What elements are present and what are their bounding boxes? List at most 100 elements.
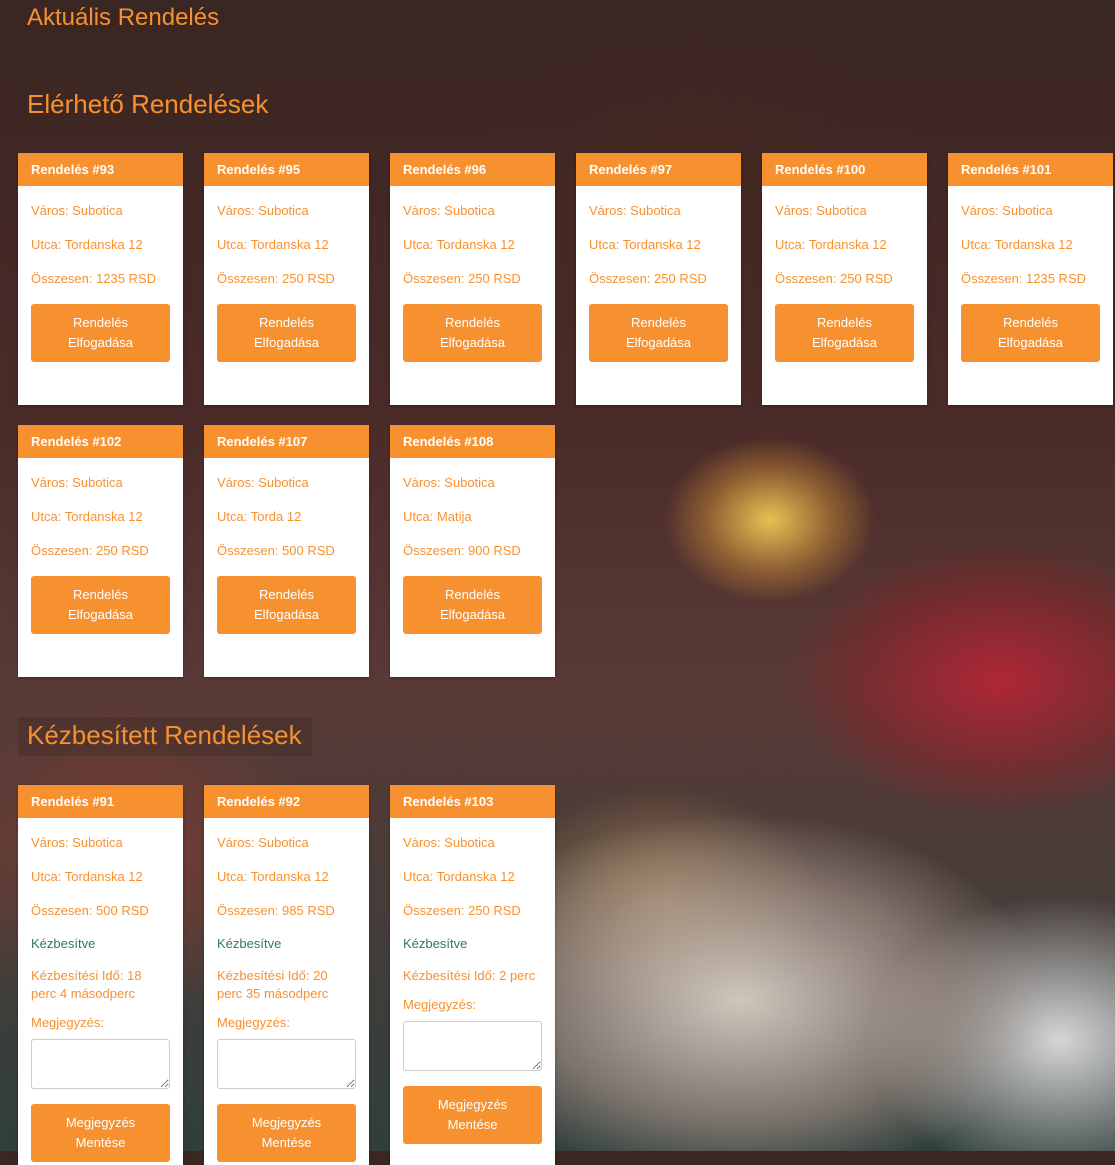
- order-city: Város: Subotica: [403, 203, 495, 218]
- order-city: Város: Subotica: [403, 475, 495, 490]
- order-card-title: Rendelés #97: [576, 153, 741, 186]
- order-card-title: Rendelés #102: [18, 425, 183, 458]
- save-note-button[interactable]: Megjegyzés Mentése: [403, 1086, 542, 1144]
- order-street: Utca: Tordanska 12: [961, 237, 1073, 252]
- order-city: Város: Subotica: [31, 835, 123, 850]
- order-street: Utca: Matija: [403, 509, 472, 524]
- order-card-108: Rendelés #108 Város: Subotica Utca: Mati…: [390, 425, 555, 677]
- delivered-status: Kézbesítve: [31, 936, 96, 951]
- delivered-orders-title: Kézbesített Rendelések: [18, 717, 312, 756]
- order-card-title: Rendelés #107: [204, 425, 369, 458]
- button-label-line2: Elfogadása: [253, 335, 320, 350]
- button-label-line2: Mentése: [447, 1117, 498, 1132]
- button-label-line2: Elfogadása: [439, 607, 506, 622]
- button-label-line2: Elfogadása: [439, 335, 506, 350]
- order-card-95: Rendelés #95 Város: Subotica Utca: Torda…: [204, 153, 369, 405]
- order-card-101: Rendelés #101 Város: Subotica Utca: Tord…: [948, 153, 1113, 405]
- button-label-line2: Elfogadása: [625, 335, 692, 350]
- order-card-title: Rendelés #92: [204, 785, 369, 818]
- button-label-line1: Rendelés: [445, 587, 500, 602]
- button-label-line1: Megjegyzés: [437, 1097, 508, 1112]
- delivery-time: Kézbesítési Idő: 18 perc 4 másodperc: [31, 968, 142, 1001]
- accept-order-button[interactable]: Rendelés Elfogadása: [775, 304, 914, 362]
- order-street: Utca: Tordanska 12: [217, 237, 329, 252]
- order-total: Összesen: 250 RSD: [31, 543, 149, 558]
- delivered-card-92: Rendelés #92 Város: Subotica Utca: Torda…: [204, 785, 369, 1165]
- button-label-line2: Mentése: [75, 1135, 126, 1150]
- delivered-card-91: Rendelés #91 Város: Subotica Utca: Torda…: [18, 785, 183, 1165]
- accept-order-button[interactable]: Rendelés Elfogadása: [217, 304, 356, 362]
- order-card-title: Rendelés #100: [762, 153, 927, 186]
- accept-order-button[interactable]: Rendelés Elfogadása: [31, 576, 170, 634]
- order-card-97: Rendelés #97 Város: Subotica Utca: Torda…: [576, 153, 741, 405]
- order-card-title: Rendelés #108: [390, 425, 555, 458]
- button-label-line1: Megjegyzés: [251, 1115, 322, 1130]
- order-card-title: Rendelés #96: [390, 153, 555, 186]
- button-label-line2: Elfogadása: [997, 335, 1064, 350]
- order-city: Város: Subotica: [589, 203, 681, 218]
- order-city: Város: Subotica: [403, 835, 495, 850]
- delivery-time: Kézbesítési Idő: 20 perc 35 másodperc: [217, 968, 329, 1001]
- available-orders-title: Elérhető Rendelések: [18, 86, 279, 125]
- button-label-line2: Elfogadása: [67, 335, 134, 350]
- order-street: Utca: Torda 12: [217, 509, 302, 524]
- accept-order-button[interactable]: Rendelés Elfogadása: [217, 576, 356, 634]
- order-city: Város: Subotica: [217, 475, 309, 490]
- current-order-title: Aktuális Rendelés: [18, 4, 230, 37]
- button-label-line1: Rendelés: [631, 315, 686, 330]
- button-label-line1: Rendelés: [73, 315, 128, 330]
- order-street: Utca: Tordanska 12: [31, 509, 143, 524]
- order-street: Utca: Tordanska 12: [589, 237, 701, 252]
- order-total: Összesen: 250 RSD: [775, 271, 893, 286]
- order-city: Város: Subotica: [217, 835, 309, 850]
- delivered-card-103: Rendelés #103 Város: Subotica Utca: Tord…: [390, 785, 555, 1165]
- note-label: Megjegyzés:: [217, 1015, 290, 1030]
- delivered-status: Kézbesítve: [217, 936, 282, 951]
- note-textarea[interactable]: [217, 1039, 356, 1089]
- order-street: Utca: Tordanska 12: [403, 869, 515, 884]
- button-label-line1: Rendelés: [1003, 315, 1058, 330]
- button-label-line1: Rendelés: [817, 315, 872, 330]
- note-textarea[interactable]: [31, 1039, 170, 1089]
- save-note-button[interactable]: Megjegyzés Mentése: [217, 1104, 356, 1162]
- order-street: Utca: Tordanska 12: [31, 869, 143, 884]
- accept-order-button[interactable]: Rendelés Elfogadása: [961, 304, 1100, 362]
- order-card-title: Rendelés #95: [204, 153, 369, 186]
- order-city: Város: Subotica: [31, 475, 123, 490]
- order-total: Összesen: 250 RSD: [403, 903, 521, 918]
- note-textarea[interactable]: [403, 1021, 542, 1071]
- button-label-line2: Mentése: [261, 1135, 312, 1150]
- button-label-line2: Elfogadása: [811, 335, 878, 350]
- order-card-96: Rendelés #96 Város: Subotica Utca: Torda…: [390, 153, 555, 405]
- accept-order-button[interactable]: Rendelés Elfogadása: [589, 304, 728, 362]
- order-card-93: Rendelés #93 Város: Subotica Utca: Torda…: [18, 153, 183, 405]
- accept-order-button[interactable]: Rendelés Elfogadása: [403, 304, 542, 362]
- order-card-102: Rendelés #102 Város: Subotica Utca: Tord…: [18, 425, 183, 677]
- delivery-time: Kézbesítési Idő: 2 perc: [403, 968, 536, 983]
- accept-order-button[interactable]: Rendelés Elfogadása: [31, 304, 170, 362]
- button-label-line1: Rendelés: [259, 315, 314, 330]
- order-total: Összesen: 985 RSD: [217, 903, 335, 918]
- delivered-status: Kézbesítve: [403, 936, 468, 951]
- save-note-button[interactable]: Megjegyzés Mentése: [31, 1104, 170, 1162]
- button-label-line1: Megjegyzés: [65, 1115, 136, 1130]
- order-total: Összesen: 500 RSD: [217, 543, 335, 558]
- note-label: Megjegyzés:: [403, 997, 476, 1012]
- order-city: Város: Subotica: [961, 203, 1053, 218]
- order-street: Utca: Tordanska 12: [217, 869, 329, 884]
- order-street: Utca: Tordanska 12: [403, 237, 515, 252]
- accept-order-button[interactable]: Rendelés Elfogadása: [403, 576, 542, 634]
- order-city: Város: Subotica: [31, 203, 123, 218]
- order-city: Város: Subotica: [217, 203, 309, 218]
- order-card-107: Rendelés #107 Város: Subotica Utca: Tord…: [204, 425, 369, 677]
- order-city: Város: Subotica: [775, 203, 867, 218]
- order-card-title: Rendelés #93: [18, 153, 183, 186]
- order-total: Összesen: 500 RSD: [31, 903, 149, 918]
- order-street: Utca: Tordanska 12: [775, 237, 887, 252]
- order-total: Összesen: 1235 RSD: [31, 271, 157, 286]
- order-total: Összesen: 250 RSD: [589, 271, 707, 286]
- order-card-title: Rendelés #101: [948, 153, 1113, 186]
- order-card-100: Rendelés #100 Város: Subotica Utca: Tord…: [762, 153, 927, 405]
- order-total: Összesen: 250 RSD: [217, 271, 335, 286]
- order-total: Összesen: 1235 RSD: [961, 271, 1087, 286]
